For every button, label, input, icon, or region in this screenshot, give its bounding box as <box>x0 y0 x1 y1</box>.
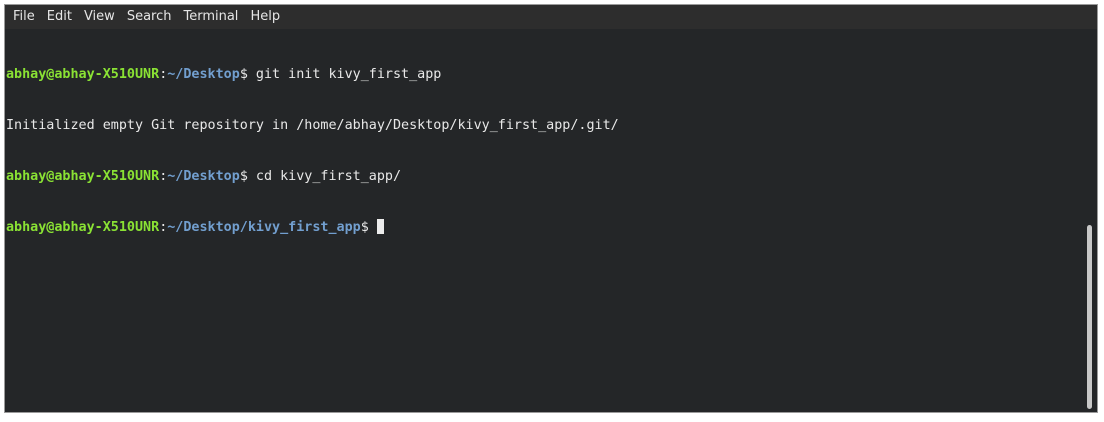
terminal-line: abhay@abhay-X510UNR:~/Desktop$ git init … <box>6 66 1083 83</box>
command-text: git init kivy_first_app <box>247 67 442 82</box>
prompt-symbol: $ <box>239 169 248 184</box>
command-text: cd kivy_first_app/ <box>247 169 402 184</box>
terminal-window: File Edit View Search Terminal Help abha… <box>4 4 1098 413</box>
scrollbar-thumb[interactable] <box>1087 225 1092 409</box>
menu-search[interactable]: Search <box>121 5 178 29</box>
scrollbar[interactable] <box>1083 29 1097 412</box>
prompt-user: abhay@abhay-X510UNR <box>6 67 160 82</box>
prompt-path: ~/Desktop <box>167 169 240 184</box>
menu-help[interactable]: Help <box>244 5 286 29</box>
menu-bar: File Edit View Search Terminal Help <box>5 5 1097 29</box>
prompt-path: ~/Desktop <box>167 67 240 82</box>
menu-edit[interactable]: Edit <box>41 5 78 29</box>
menu-view[interactable]: View <box>78 5 121 29</box>
prompt-symbol: $ <box>239 67 248 82</box>
terminal-line: abhay@abhay-X510UNR:~/Desktop/kivy_first… <box>6 219 1083 236</box>
terminal-output[interactable]: abhay@abhay-X510UNR:~/Desktop$ git init … <box>5 29 1083 412</box>
prompt-user: abhay@abhay-X510UNR <box>6 169 160 184</box>
menu-file[interactable]: File <box>7 5 41 29</box>
menu-terminal[interactable]: Terminal <box>177 5 244 29</box>
terminal-line: abhay@abhay-X510UNR:~/Desktop$ cd kivy_f… <box>6 168 1083 185</box>
output-text: Initialized empty Git repository in /hom… <box>6 118 619 133</box>
prompt-symbol: $ <box>360 220 369 235</box>
terminal-line: Initialized empty Git repository in /hom… <box>6 117 1083 134</box>
prompt-user: abhay@abhay-X510UNR <box>6 220 160 235</box>
text-cursor <box>376 219 384 234</box>
prompt-path: ~/Desktop/kivy_first_app <box>167 220 361 235</box>
